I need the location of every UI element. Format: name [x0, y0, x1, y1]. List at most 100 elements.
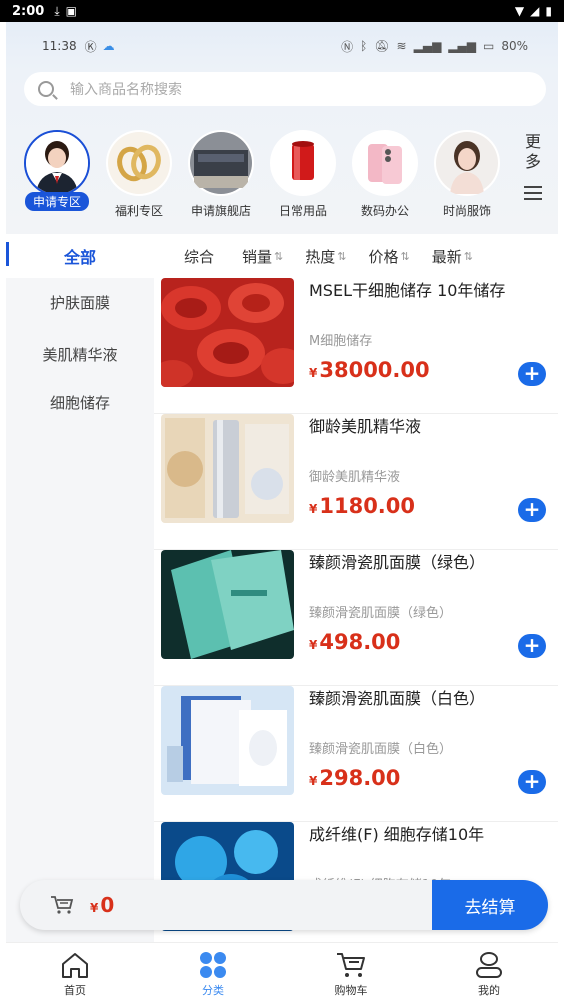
product-item[interactable]: 御龄美肌精华液 御龄美肌精华液 ¥1180.00 + — [154, 414, 558, 550]
more-label-2: 多 — [524, 152, 541, 171]
left-nav-item[interactable]: 护肤面膜 — [6, 278, 154, 326]
cart-bar: ¥0 去结算 — [20, 880, 548, 930]
nav-profile[interactable]: 我的 — [420, 943, 558, 1004]
system-status-bar: 2:00 ⤓ ▣ ▼ ◢ ▮ — [0, 0, 564, 22]
category-item-welfare[interactable]: 福利专区 — [98, 130, 180, 230]
rings-image — [106, 130, 172, 196]
sort-bar: 全部 综合 销量 ⇅ 热度 ⇅ 价格 ⇅ 最新 ⇅ — [6, 234, 558, 278]
signal-icon: ◢ — [530, 4, 540, 18]
bluetooth-icon: ᛒ — [360, 39, 368, 53]
nav-label: 分类 — [202, 983, 224, 997]
product-title: MSEL干细胞储存 10年储存 — [309, 281, 506, 300]
green-mask-pack-image — [161, 550, 294, 659]
search-placeholder: 输入商品名称搜索 — [70, 82, 182, 98]
category-item-flagship[interactable]: 申请旗舰店 — [180, 130, 262, 230]
category-item-partial[interactable]: 名 — [508, 130, 516, 230]
cart-amount-value: 0 — [100, 893, 115, 917]
wifi-icon: ▼ — [514, 4, 525, 18]
battery-icon: ▭ — [482, 39, 495, 53]
currency-symbol: ¥ — [309, 366, 318, 380]
more-button[interactable]: 更 多 — [518, 132, 548, 200]
app-frame: 11:38 Ⓚ ☁ Ⓝ ᛒ 🔕︎ ≋ ▂▄▆ ▂▄▆ ▭ 80% 输入商品名称搜… — [6, 22, 558, 1004]
product-list[interactable]: MSEL干细胞储存 10年储存 M细胞储存 ¥38000.00 + 御龄美肌精华… — [154, 278, 558, 958]
sort-newest[interactable]: 最新 ⇅ — [432, 246, 473, 267]
product-price: ¥298.00 — [309, 766, 400, 790]
add-to-cart-button[interactable]: + — [518, 362, 546, 386]
category-label: 申请旗舰店 — [190, 204, 251, 218]
cart-icon[interactable] — [50, 895, 74, 915]
left-nav-item[interactable]: 美肌精华液 — [6, 330, 154, 378]
sort-arrows-icon: ⇅ — [463, 249, 473, 263]
price-value: 298.00 — [319, 766, 401, 790]
category-item-fashion[interactable]: 时尚服饰 — [426, 130, 508, 230]
nav-cart[interactable]: 购物车 — [282, 943, 420, 1004]
cart-icon — [337, 952, 365, 977]
product-title: 成纤维(F) 细胞存储10年 — [309, 825, 485, 844]
product-subtitle: 臻颜滑瓷肌面膜（白色） — [309, 742, 453, 757]
nav-label: 首页 — [64, 983, 86, 997]
mute-icon: 🔕︎ — [374, 39, 390, 53]
left-category-list: 护肤面膜 美肌精华液 细胞储存 — [6, 278, 154, 958]
product-item[interactable]: 臻颜滑瓷肌面膜（白色） 臻颜滑瓷肌面膜（白色） ¥298.00 + — [154, 686, 558, 822]
battery-icon: ▮ — [545, 4, 552, 18]
cart-total: ¥0 — [90, 893, 114, 917]
add-to-cart-button[interactable]: + — [518, 634, 546, 658]
menu-icon — [524, 186, 542, 200]
add-to-cart-button[interactable]: + — [518, 770, 546, 794]
header-area: 输入商品名称搜索 申请专区 福利专区 申请旗舰店 日常用品 数码办公 时尚服饰 … — [6, 70, 558, 234]
product-price: ¥498.00 — [309, 630, 400, 654]
download-icon: ⤓ — [54, 3, 60, 18]
add-to-cart-button[interactable]: + — [518, 498, 546, 522]
white-mask-pack-image — [161, 686, 294, 795]
red-blood-cells-image — [161, 278, 294, 387]
product-item[interactable]: 臻颜滑瓷肌面膜（绿色） 臻颜滑瓷肌面膜（绿色） ¥498.00 + — [154, 550, 558, 686]
category-item-apply[interactable]: 申请专区 — [16, 130, 98, 230]
sort-default[interactable]: 综合 — [184, 246, 214, 267]
category-label: 日常用品 — [278, 204, 327, 218]
notification-a-icon: ▣ — [65, 4, 77, 18]
sort-price[interactable]: 价格 ⇅ — [368, 246, 409, 267]
red-cylinder-image — [270, 130, 336, 196]
price-value: 1180.00 — [319, 494, 416, 518]
phone-image — [352, 130, 418, 196]
category-carousel[interactable]: 申请专区 福利专区 申请旗舰店 日常用品 数码办公 时尚服饰 — [16, 130, 516, 230]
category-item-daily[interactable]: 日常用品 — [262, 130, 344, 230]
more-label-1: 更 — [524, 132, 541, 151]
inner-status-bar: 11:38 Ⓚ ☁ Ⓝ ᛒ 🔕︎ ≋ ▂▄▆ ▂▄▆ ▭ 80% — [6, 22, 558, 70]
product-price: ¥1180.00 — [309, 494, 415, 518]
sort-sales[interactable]: 销量 ⇅ — [242, 246, 283, 267]
category-grid-icon — [200, 951, 226, 978]
agent-avatar — [24, 130, 90, 196]
currency-symbol: ¥ — [90, 901, 99, 915]
checkout-button[interactable]: 去结算 — [432, 880, 548, 930]
search-icon — [38, 81, 54, 97]
category-label: 数码办公 — [360, 204, 409, 218]
search-input[interactable]: 输入商品名称搜索 — [24, 72, 546, 106]
nav-label: 购物车 — [334, 983, 368, 997]
category-item-digital[interactable]: 数码办公 — [344, 130, 426, 230]
nav-category[interactable]: 分类 — [144, 943, 282, 1004]
product-subtitle: 臻颜滑瓷肌面膜（绿色） — [309, 606, 453, 621]
woman-portrait-image — [434, 130, 500, 196]
category-label: 时尚服饰 — [442, 204, 491, 218]
sort-arrows-icon: ⇅ — [274, 249, 284, 263]
serum-bottle-image — [161, 414, 294, 523]
category-label: 申请专区 — [24, 192, 89, 211]
signal2-icon: ▂▄▆ — [448, 39, 476, 53]
k-badge-icon: Ⓚ — [84, 39, 97, 54]
user-icon — [476, 951, 502, 978]
nav-home[interactable]: 首页 — [6, 943, 144, 1004]
battery-percent: 80% — [501, 39, 528, 53]
sort-label: 销量 — [242, 247, 273, 266]
product-subtitle: M细胞储存 — [309, 334, 373, 349]
storefront-image — [188, 130, 254, 196]
sort-arrows-icon: ⇅ — [400, 249, 410, 263]
tab-all[interactable]: 全部 — [6, 234, 154, 278]
sort-label: 价格 — [368, 247, 399, 266]
left-nav-item[interactable]: 细胞储存 — [6, 378, 154, 426]
product-title: 御龄美肌精华液 — [309, 417, 422, 436]
sort-popularity[interactable]: 热度 ⇅ — [305, 246, 346, 267]
currency-symbol: ¥ — [309, 638, 318, 652]
product-item[interactable]: MSEL干细胞储存 10年储存 M细胞储存 ¥38000.00 + — [154, 278, 558, 414]
product-title: 臻颜滑瓷肌面膜（白色） — [309, 689, 486, 708]
